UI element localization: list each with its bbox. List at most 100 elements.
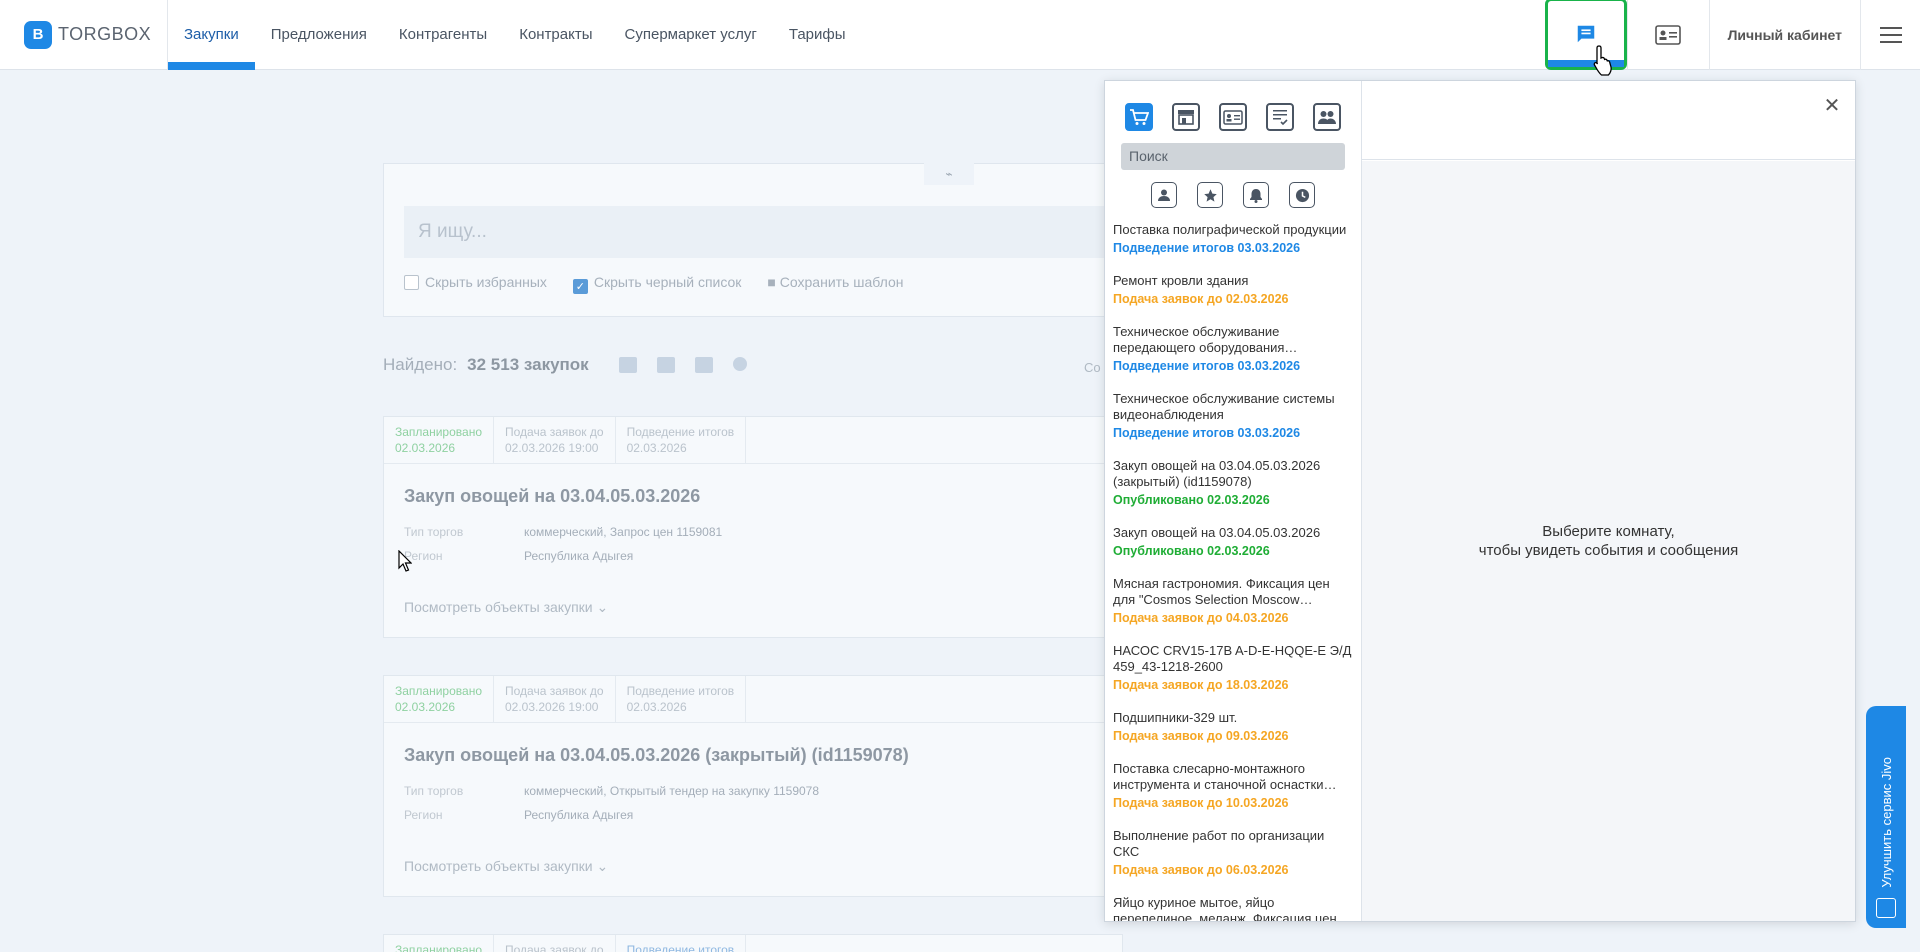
share-icon[interactable] [732,357,747,371]
submit-cell: Подача заявок до 02.03.2026 19:00 [494,676,616,722]
save-icon: ■ [767,274,780,290]
room-status: Подача заявок до 09.03.2026 [1113,729,1289,743]
hide-blacklist-filter[interactable]: ✓ Скрыть черный список [572,274,742,294]
room-title: Подшипники-329 шт. [1113,710,1238,725]
logo-text: TORGBOX [58,24,152,44]
room-title: Поставка полиграфической продукции [1113,222,1347,237]
type-value: коммерческий, Открытый тендер на закупку… [524,784,820,798]
logo-icon: B [24,20,52,49]
jivo-label: Улучшить сервис Jivo [1878,757,1894,888]
room-status: Подача заявок до 06.03.2026 [1113,863,1289,877]
person-icon [1158,189,1170,201]
room-title: Яйцо куриное мытое, яйцо перепелиное, ме… [1113,895,1350,921]
conversation-header: ✕ [1362,81,1855,160]
tender-title[interactable]: Закуп овощей на 03.04.05.03.2026 (закрыт… [384,723,1122,766]
found-label: Найдено: [383,355,458,374]
nav-services-market[interactable]: Супермаркет услуг [609,0,773,70]
sort-label[interactable]: Со [1084,360,1101,375]
chat-room-item[interactable]: Техническое обслуживание передающего обо… [1105,324,1361,375]
pdf-export-icon[interactable] [694,357,713,373]
checkbox-checked-icon: ✓ [572,279,588,294]
empty-conversation-message: Выберите комнату, чтобы увидеть события … [1362,161,1855,921]
nav-tariffs[interactable]: Тарифы [773,0,862,70]
chat-room-item[interactable]: Поставка полиграфической продукции Подвед… [1105,222,1361,257]
bell-icon [1250,188,1262,203]
personal-cabinet-link[interactable]: Личный кабинет [1708,0,1860,70]
room-title: Закуп овощей на 03.04.05.03.2026 [1113,525,1321,540]
results-summary: Найдено: 32 513 закупок [383,355,747,375]
chat-room-item[interactable]: Закуп овощей на 03.04.05.03.2026 (закрыт… [1105,458,1361,509]
room-status: Подача заявок до 10.03.2026 [1113,796,1289,810]
document-list-icon [1273,110,1288,126]
planned-cell: Запланировано 02.03.2026 [384,417,494,463]
room-status: Опубликовано 02.03.2026 [1113,544,1270,558]
view-objects-link[interactable]: Посмотреть объекты закупки ⌄ [384,563,1122,616]
chat-room-item[interactable]: Мясная гастрономия. Фиксация цен для "Co… [1105,576,1361,627]
save-template-button[interactable]: ■ Сохранить шаблон [767,274,903,294]
tender-card[interactable]: Запланировано 02.03.2026 Подача заявок до… [383,675,1123,897]
category-purchases[interactable] [1125,103,1153,131]
chat-room-item[interactable]: НАСОС CRV15-17B A-D-E-HQQE-E Э/Д 459_43-… [1105,643,1361,694]
jivo-icon [1876,898,1896,918]
room-title: Поставка слесарно-монтажного инструмента… [1113,761,1324,792]
category-shop[interactable] [1172,103,1200,131]
chat-room-item[interactable]: Ремонт кровли здания Подача заявок до 02.… [1105,273,1361,308]
filter-personal[interactable] [1151,182,1177,208]
chat-room-item[interactable]: Техническое обслуживание системы видеона… [1105,391,1361,442]
room-status: Опубликовано 02.03.2026 [1113,493,1270,507]
nav-contracts[interactable]: Контракты [503,0,608,70]
room-status: Подведение итогов 03.03.2026 [1113,241,1301,255]
chat-search-input[interactable]: Поиск [1121,143,1345,170]
chat-room-item[interactable]: Закуп овощей на 03.04.05.03.2026 Опублико… [1105,525,1361,560]
profile-card-button[interactable] [1626,0,1709,70]
nav-counterparties[interactable]: Контрагенты [383,0,503,70]
close-icon[interactable]: ✕ [1823,96,1841,116]
summary-cell: Подведение итогов 02.03.2026 [616,417,747,463]
cart-icon [1130,109,1149,125]
chat-room-item[interactable]: Выполнение работ по организации СКС Подач… [1105,828,1361,879]
arrow-cursor-icon [398,550,412,572]
chat-room-item[interactable]: Поставка слесарно-монтажного инструмента… [1105,761,1361,812]
hide-favorites-filter[interactable]: Скрыть избранных [404,274,547,294]
category-people[interactable] [1313,103,1341,131]
nav-purchases[interactable]: Закупки [168,0,255,70]
excel-export-icon[interactable] [656,357,675,373]
room-title: НАСОС CRV15-17B A-D-E-HQQE-E Э/Д 459_43-… [1113,643,1352,674]
hide-favorites-label: Скрыть избранных [425,274,547,290]
room-title: Мясная гастрономия. Фиксация цен для "Co… [1113,576,1330,607]
chat-room-item[interactable]: Подшипники-329 шт. Подача заявок до 09.03… [1105,710,1361,745]
category-contacts[interactable] [1219,103,1247,131]
tender-title[interactable]: Закуп овощей на 03.04.05.03.2026 [384,464,1122,507]
chat-room-item[interactable]: Яйцо куриное мытое, яйцо перепелиное, ме… [1105,895,1361,921]
filter-favorites[interactable] [1197,182,1223,208]
search-toggle-tab[interactable]: ⌁ [924,163,974,185]
hamburger-icon [1879,27,1902,43]
checkbox-icon [404,275,419,290]
id-card-icon [1223,109,1243,125]
room-status: Подача заявок до 18.03.2026 [1113,678,1289,692]
hide-blacklist-label: Скрыть черный список [593,274,742,290]
room-title: Техническое обслуживание системы видеона… [1113,391,1335,422]
search-input[interactable]: Я ищу... [404,206,1124,258]
menu-button[interactable] [1860,0,1920,70]
type-label: Тип торгов [404,525,464,539]
chat-panel: Поиск Поставка полиграфической продукции… [1104,80,1856,922]
region-label: Регион [404,808,443,822]
logo[interactable]: B TORGBOX [0,0,168,70]
category-contracts[interactable] [1266,103,1294,131]
filter-notifications[interactable] [1243,182,1269,208]
chat-icon [1577,25,1594,43]
tender-card[interactable]: Запланировано Подача заявок до Подведени… [383,934,1123,952]
filter-recent[interactable] [1289,182,1315,208]
view-objects-link[interactable]: Посмотреть объекты закупки ⌄ [384,822,1122,875]
room-title: Закуп овощей на 03.04.05.03.2026 (закрыт… [1113,458,1321,489]
empty-message-line2: чтобы увидеть события и сообщения [1478,542,1739,559]
nav-offers[interactable]: Предложения [255,0,383,70]
region-label: Регион [404,549,443,563]
table-view-icon[interactable] [618,357,637,373]
jivo-feedback-widget[interactable]: Улучшить сервис Jivo [1866,706,1906,928]
room-status: Подведение итогов 03.03.2026 [1113,359,1301,373]
tender-card[interactable]: Запланировано 02.03.2026 Подача заявок до… [383,416,1123,638]
submit-cell: Подача заявок до [494,935,616,952]
found-count: 32 513 закупок [467,355,589,374]
